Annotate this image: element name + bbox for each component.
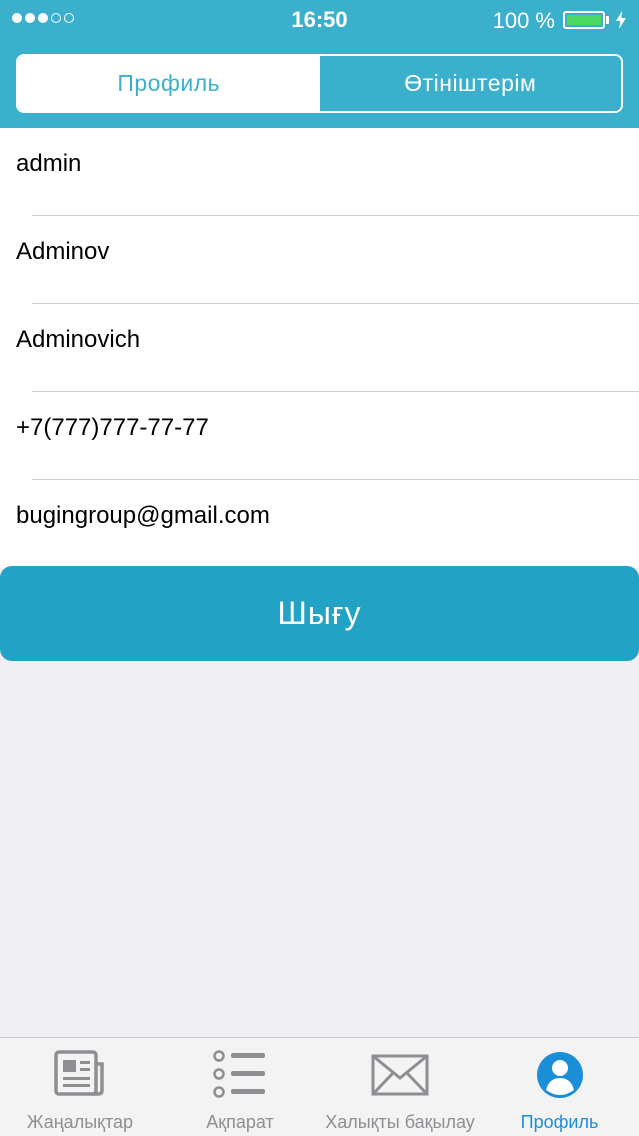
logout-button[interactable]: Шығу	[0, 566, 639, 661]
patronymic-field[interactable]: Adminovich	[0, 304, 639, 392]
tab-label: Халықты бақылау	[325, 1112, 475, 1132]
field-value: Adminov	[16, 238, 110, 265]
field-value: bugingroup@gmail.com	[16, 502, 270, 529]
tab-label: Ақпарат	[206, 1112, 274, 1132]
battery-fill	[567, 15, 601, 25]
charging-bolt-icon	[616, 11, 626, 29]
header: 16:50 100 % Профиль Өтініштерім	[0, 0, 639, 128]
envelope-icon	[371, 1054, 429, 1096]
segmented-control: Профиль Өтініштерім	[16, 54, 623, 113]
phone-field[interactable]: +7(777)777-77-77	[0, 392, 639, 480]
list-icon	[213, 1050, 265, 1098]
tab-bar: Жаңалықтар Ақпарат Халықты бақылау Профи…	[0, 1037, 639, 1136]
profile-fields: admin Adminov Adminovich +7(777)777-77-7…	[0, 128, 639, 568]
tab-profile[interactable]: Профиль	[480, 1038, 639, 1136]
tab-label: Профиль	[520, 1112, 599, 1132]
battery-icon	[563, 11, 605, 29]
newspaper-icon	[54, 1050, 104, 1096]
segment-my-requests[interactable]: Өтініштерім	[319, 56, 621, 111]
first-name-field[interactable]: admin	[0, 128, 639, 216]
field-value: admin	[16, 150, 82, 177]
tab-public-control[interactable]: Халықты бақылау	[320, 1038, 480, 1136]
email-field[interactable]: bugingroup@gmail.com	[0, 480, 639, 568]
tab-info[interactable]: Ақпарат	[160, 1038, 320, 1136]
segment-profile[interactable]: Профиль	[18, 56, 320, 111]
tab-news[interactable]: Жаңалықтар	[0, 1038, 160, 1136]
tab-label: Жаңалықтар	[26, 1112, 134, 1132]
status-bar: 16:50 100 %	[0, 0, 639, 40]
battery-percent: 100 %	[492, 8, 555, 33]
battery-tip	[606, 16, 609, 24]
last-name-field[interactable]: Adminov	[0, 216, 639, 304]
field-value: +7(777)777-77-77	[16, 414, 209, 441]
person-icon	[536, 1052, 583, 1098]
field-value: Adminovich	[16, 326, 141, 353]
